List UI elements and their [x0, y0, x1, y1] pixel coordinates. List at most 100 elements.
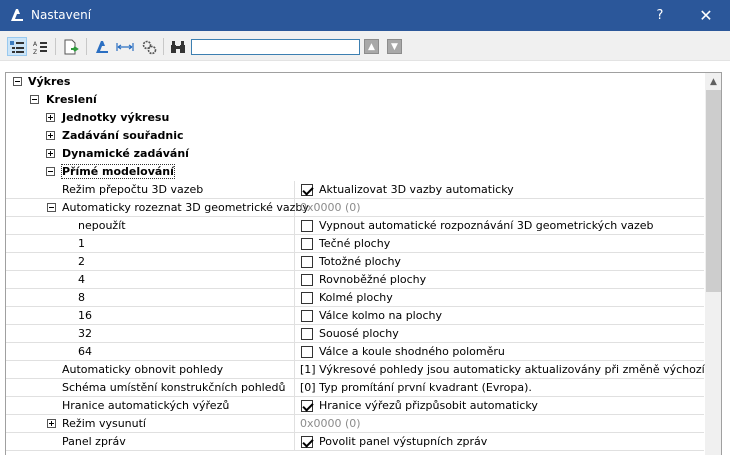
gears-icon — [142, 40, 157, 54]
property-value: Válce kolmo na plochy — [319, 309, 442, 322]
recalc-checkbox[interactable] — [301, 184, 313, 196]
property-label: 2 — [78, 255, 85, 268]
property-value: 0x0000 (0) — [300, 417, 361, 430]
search-input[interactable] — [191, 39, 360, 55]
sort-az-icon: A Z — [33, 41, 47, 55]
property-label: 16 — [78, 309, 92, 322]
tree-node-category[interactable]: Zadávání souřadnic — [6, 127, 704, 145]
draft-settings-button[interactable] — [92, 37, 112, 56]
property-label: 32 — [78, 327, 92, 340]
toolbar-separator — [86, 38, 87, 55]
option-checkbox[interactable] — [301, 238, 313, 250]
option-checkbox[interactable] — [301, 256, 313, 268]
find-previous-button[interactable]: ▲ — [364, 39, 379, 54]
tree-node-label: Přímé modelování — [61, 164, 175, 179]
property-row[interactable]: 32 Souosé plochy — [6, 325, 704, 343]
property-row[interactable]: 4 Rovnoběžné plochy — [6, 271, 704, 289]
find-button[interactable] — [168, 37, 188, 56]
app-draft-icon — [96, 40, 108, 53]
tree-node-label: Kreslení — [46, 93, 97, 106]
property-value: Vypnout automatické rozpoznávání 3D geom… — [319, 219, 654, 232]
expand-icon[interactable] — [46, 149, 55, 158]
configuration-button[interactable] — [139, 37, 159, 56]
messages-checkbox[interactable] — [301, 436, 313, 448]
property-row[interactable]: Režim vysunutí 0x0000 (0) — [6, 415, 704, 433]
expand-icon[interactable] — [46, 113, 55, 122]
categorized-view-button[interactable] — [7, 37, 27, 56]
help-button[interactable]: ? — [638, 0, 682, 31]
property-label: Režim přepočtu 3D vazeb — [62, 183, 204, 196]
property-row[interactable]: Schéma umístění konstrukčních pohledů [0… — [6, 379, 704, 397]
property-label: Automaticky obnovit pohledy — [62, 363, 224, 376]
dimension-icon — [116, 42, 134, 51]
tree-node-label: Zadávání souřadnic — [62, 129, 184, 142]
collapse-icon[interactable] — [30, 95, 39, 104]
property-label: 4 — [78, 273, 85, 286]
find-next-button[interactable]: ▼ — [387, 39, 402, 54]
svg-text:Z: Z — [33, 49, 37, 55]
property-label: Automaticky rozeznat 3D geometrické vazb… — [62, 201, 309, 214]
option-checkbox[interactable] — [301, 292, 313, 304]
window-title: Nastavení — [31, 8, 92, 22]
option-checkbox[interactable] — [301, 328, 313, 340]
property-row[interactable]: 2 Totožné plochy — [6, 253, 704, 271]
tree-node-category[interactable]: Dynamické zadávání — [6, 145, 704, 163]
property-value: Kolmé plochy — [319, 291, 393, 304]
property-row[interactable]: 64 Válce a koule shodného poloměru — [6, 343, 704, 361]
expand-icon[interactable] — [47, 419, 56, 428]
tree-node-category[interactable]: Přímé modelování — [6, 163, 704, 181]
collapse-icon[interactable] — [46, 167, 55, 176]
property-value: Hranice výřezů přizpůsobit automaticky — [319, 399, 538, 412]
property-value: Aktualizovat 3D vazby automaticky — [319, 183, 514, 196]
export-button[interactable] — [61, 37, 81, 56]
property-row[interactable]: Panel zpráv Povolit panel výstupních zpr… — [6, 433, 704, 451]
tree-node-label: Výkres — [28, 75, 71, 88]
property-row[interactable]: nepoužít Vypnout automatické rozpoznáván… — [6, 217, 704, 235]
property-value: Tečné plochy — [319, 237, 391, 250]
option-checkbox[interactable] — [301, 346, 313, 358]
property-value: Válce a koule shodného poloměru — [319, 345, 505, 358]
tree-node-category[interactable]: Jednotky výkresu — [6, 109, 704, 127]
cutout-checkbox[interactable] — [301, 400, 313, 412]
property-value: [0] Typ promítání první kvadrant (Evropa… — [300, 381, 532, 394]
property-row[interactable]: 8 Kolmé plochy — [6, 289, 704, 307]
option-checkbox[interactable] — [301, 274, 313, 286]
property-label: 64 — [78, 345, 92, 358]
property-row[interactable]: 1 Tečné plochy — [6, 235, 704, 253]
property-value: Rovnoběžné plochy — [319, 273, 427, 286]
property-row[interactable]: 16 Válce kolmo na plochy — [6, 307, 704, 325]
property-label: Režim vysunutí — [62, 417, 146, 430]
property-value: 0x0000 (0) — [300, 201, 361, 214]
property-label: nepoužít — [78, 219, 126, 232]
collapse-icon[interactable] — [13, 77, 22, 86]
tree-node-group[interactable]: Kreslení — [6, 91, 704, 109]
scroll-up-button[interactable]: ▲ — [705, 73, 721, 90]
vertical-scrollbar[interactable]: ▲ — [705, 73, 721, 455]
property-row[interactable]: Automaticky obnovit pohledy [1] Výkresov… — [6, 361, 721, 379]
option-checkbox[interactable] — [301, 220, 313, 232]
export-document-icon — [64, 39, 79, 54]
tree-node-root[interactable]: Výkres — [6, 73, 704, 91]
collapse-icon[interactable] — [47, 203, 56, 212]
expand-icon[interactable] — [46, 131, 55, 140]
option-checkbox[interactable] — [301, 310, 313, 322]
settings-tree: Výkres Kreslení Jednotky výkresu Zadáván… — [5, 72, 722, 455]
alphabetical-view-button[interactable]: A Z — [30, 37, 50, 56]
dimension-settings-button[interactable] — [115, 37, 135, 56]
close-button[interactable]: ✕ — [684, 0, 728, 31]
property-label: Schéma umístění konstrukčních pohledů — [62, 381, 286, 394]
toolbar-separator — [163, 38, 164, 55]
property-row[interactable]: Automaticky rozeznat 3D geometrické vazb… — [6, 199, 704, 217]
property-label: Hranice automatických výřezů — [62, 399, 230, 412]
property-label: Panel zpráv — [62, 435, 126, 448]
property-label: 8 — [78, 291, 85, 304]
property-value: Totožné plochy — [319, 255, 401, 268]
scroll-thumb[interactable] — [706, 90, 721, 292]
tree-node-label: Jednotky výkresu — [62, 111, 170, 124]
categorized-icon — [10, 40, 24, 53]
app-logo-icon — [11, 9, 23, 21]
property-row[interactable]: Režim přepočtu 3D vazeb Aktualizovat 3D … — [6, 181, 704, 199]
property-label: 1 — [78, 237, 85, 250]
property-row[interactable]: Hranice automatických výřezů Hranice výř… — [6, 397, 704, 415]
property-value: Povolit panel výstupních zpráv — [319, 435, 488, 448]
